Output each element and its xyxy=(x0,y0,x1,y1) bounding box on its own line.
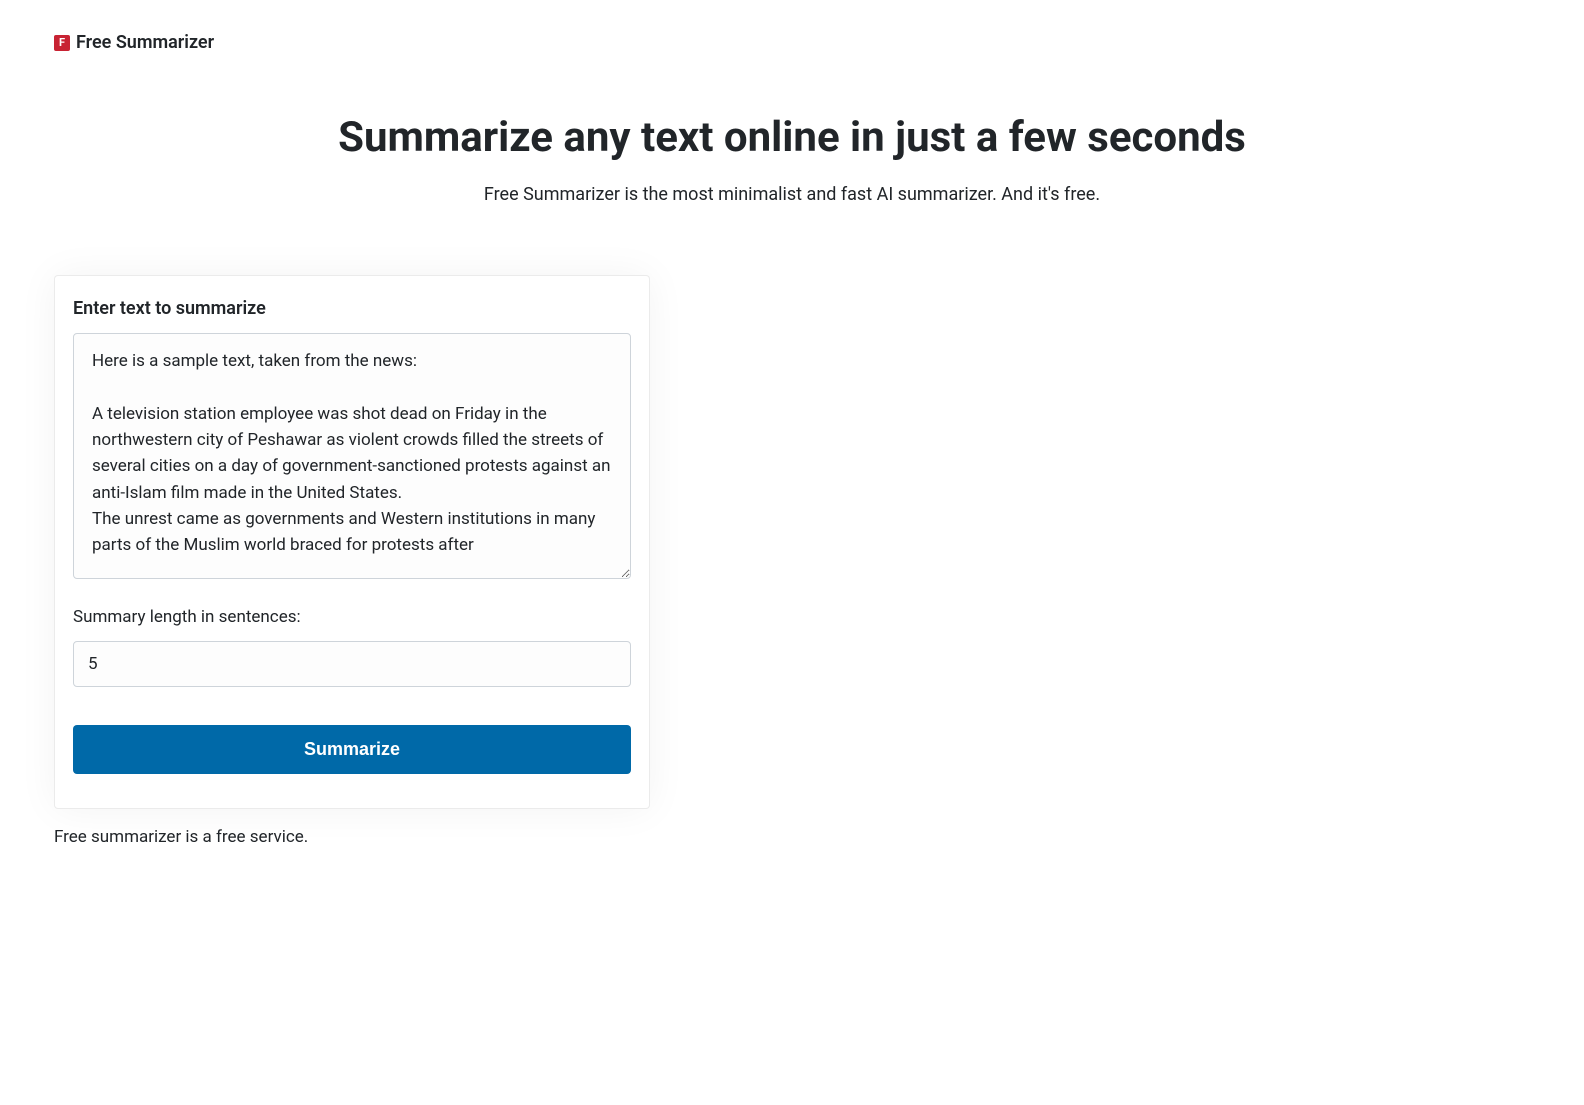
summarize-button[interactable]: Summarize xyxy=(73,725,631,774)
page-subtitle: Free Summarizer is the most minimalist a… xyxy=(40,184,1544,205)
brand-name: Free Summarizer xyxy=(76,32,214,53)
length-input[interactable] xyxy=(73,641,631,687)
hero: Summarize any text online in just a few … xyxy=(0,113,1584,205)
summarize-card: Enter text to summarize Summary length i… xyxy=(54,275,650,809)
length-label: Summary length in sentences: xyxy=(73,607,631,627)
brand-icon: F xyxy=(54,35,70,51)
page-title: Summarize any text online in just a few … xyxy=(40,113,1544,162)
card-title: Enter text to summarize xyxy=(73,298,631,319)
footer-text: Free summarizer is a free service. xyxy=(54,827,1584,847)
header: F Free Summarizer xyxy=(0,0,1584,53)
brand[interactable]: F Free Summarizer xyxy=(54,32,1530,53)
brand-icon-letter: F xyxy=(59,36,65,49)
text-input[interactable] xyxy=(73,333,631,579)
